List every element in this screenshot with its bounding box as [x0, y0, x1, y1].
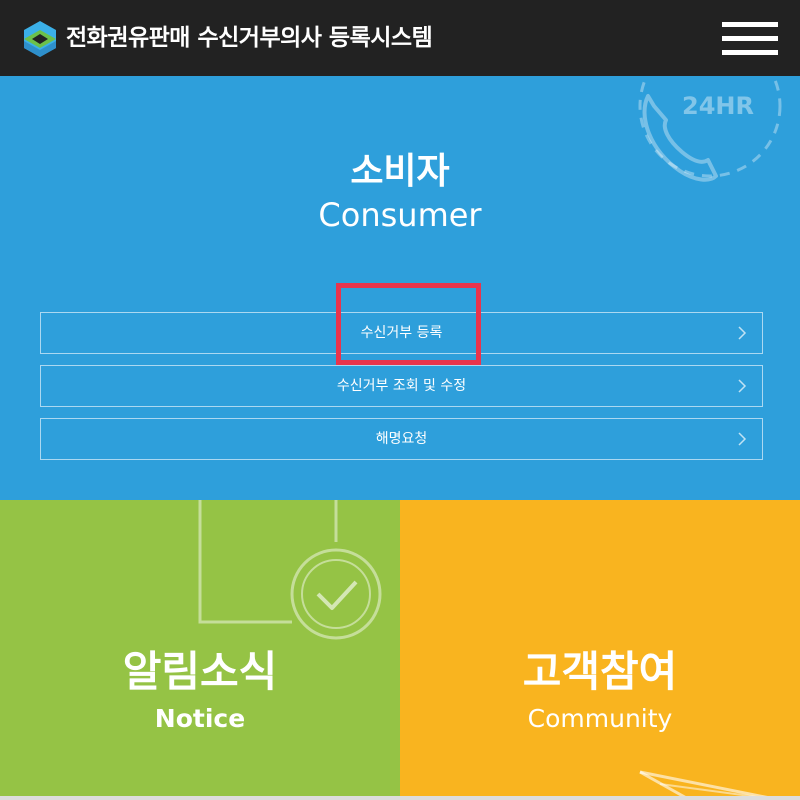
app-header: 전화권유판매 수신거부의사 등록시스템 — [0, 0, 800, 76]
register-rejection-button[interactable]: 수신거부 등록 — [40, 312, 763, 354]
menu-row-label: 해명요청 — [375, 431, 428, 447]
community-subtitle: Community — [527, 704, 673, 733]
menu-row-label: 수신거부 조회 및 수정 — [336, 378, 467, 394]
community-section-button[interactable]: 고객참여 Community — [400, 500, 800, 800]
menu-row-label: 수신거부 등록 — [360, 325, 443, 341]
notice-section-button[interactable]: 알림소식 Notice — [0, 500, 400, 800]
bottom-divider — [0, 796, 800, 800]
lookup-modify-rejection-button[interactable]: 수신거부 조회 및 수정 — [40, 365, 763, 407]
chevron-right-icon — [738, 432, 747, 446]
chevron-right-icon — [738, 379, 747, 393]
hamburger-bar — [722, 49, 778, 55]
notice-title: 알림소식 — [122, 647, 278, 696]
explanation-request-button[interactable]: 해명요청 — [40, 418, 763, 460]
notice-subtitle: Notice — [154, 704, 246, 733]
hamburger-menu-icon — [722, 21, 778, 27]
checkmark-circle-icon — [198, 500, 382, 640]
hamburger-menu-button[interactable] — [714, 14, 786, 62]
logo-icon[interactable] — [22, 19, 58, 59]
consumer-subtitle: Consumer — [318, 196, 482, 234]
consumer-title: 소비자 — [350, 151, 450, 192]
community-title: 고객참여 — [522, 647, 678, 696]
paper-plane-icon — [639, 770, 781, 800]
site-title[interactable]: 전화권유판매 수신거부의사 등록시스템 — [66, 0, 433, 76]
hamburger-bar — [722, 35, 778, 41]
consumer-section: 24HR 소비자 Consumer 수신거부 등록 수신거부 조회 및 수정 해… — [0, 76, 800, 500]
chevron-right-icon — [738, 326, 747, 340]
svg-text:24HR: 24HR — [682, 92, 754, 120]
